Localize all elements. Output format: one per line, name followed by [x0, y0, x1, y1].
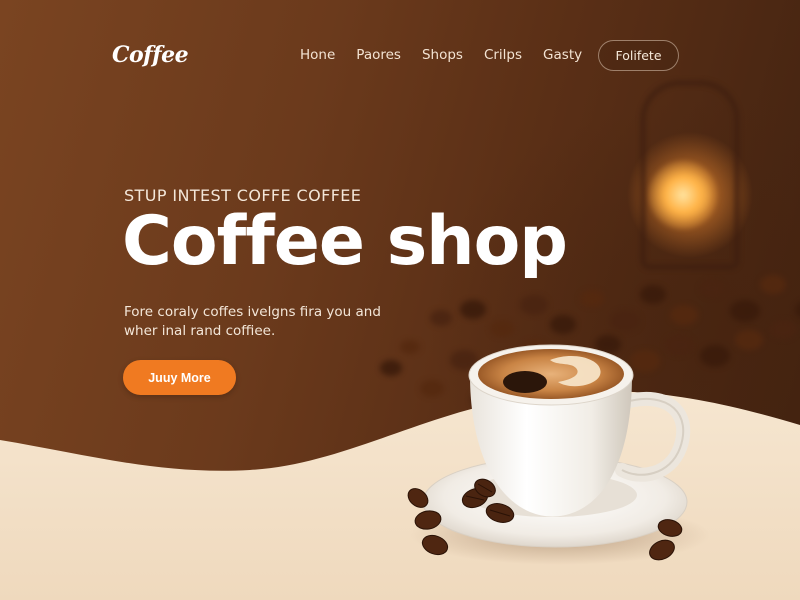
nav-links: Hone Paores Shops Crilps Gasty	[300, 47, 603, 63]
nav-pill-button[interactable]: Folifete	[598, 40, 679, 71]
nav-link-pages[interactable]: Paores	[356, 47, 401, 63]
hero-subtitle-line-1: Fore coraly coffes ivelgns fira you and	[124, 304, 381, 320]
hero-subtitle-line-2: wher inal rand coffiee.	[124, 323, 276, 339]
nav-link-crilps[interactable]: Crilps	[484, 47, 522, 63]
nav-link-gasty[interactable]: Gasty	[543, 47, 582, 63]
top-navigation: Coffee Hone Paores Shops Crilps Gasty Fo…	[0, 0, 800, 110]
hero-section: Coffee Hone Paores Shops Crilps Gasty Fo…	[0, 0, 800, 600]
hero-title: Coffee shop	[122, 202, 568, 281]
brand-logo[interactable]: Coffee	[112, 42, 189, 68]
hero-subtitle: Fore coraly coffes ivelgns fira you and …	[124, 303, 384, 341]
nav-link-home[interactable]: Hone	[300, 47, 335, 63]
coffee-cup-image	[407, 344, 710, 565]
nav-link-shops[interactable]: Shops	[422, 47, 463, 63]
cta-button[interactable]: Juuy More	[123, 360, 236, 395]
